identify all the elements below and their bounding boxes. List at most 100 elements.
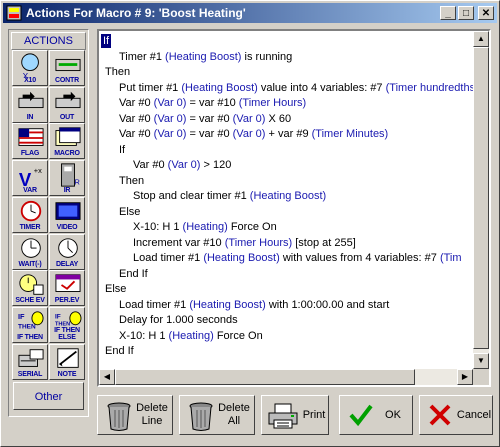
code-text: Stop and clear timer #1	[133, 190, 250, 202]
tool-if-then-else[interactable]: IF THEN IF THEN ELSE	[49, 306, 85, 343]
tool-label: VAR	[23, 187, 37, 195]
cancel-button[interactable]: Cancel	[419, 395, 493, 435]
code-line[interactable]: Var #0 (Var 0) > 120	[133, 158, 231, 172]
scroll-left-button[interactable]: ◀	[99, 369, 115, 385]
vertical-scrollbar[interactable]: ▲ ▼	[473, 31, 489, 369]
tool-video[interactable]: VIDEO	[49, 196, 85, 233]
tool-contr[interactable]: CONTR	[49, 50, 85, 86]
code-text: > 120	[200, 159, 232, 171]
code-line[interactable]: Delay for 1.000 seconds	[119, 313, 238, 327]
checkmark-icon	[348, 402, 374, 431]
tool-flag[interactable]: FLAG	[12, 123, 48, 160]
horizontal-scrollbar[interactable]: ◀ ▶	[99, 369, 473, 385]
code-line[interactable]: Load timer #1 (Heating Boost) with 1:00:…	[119, 298, 389, 312]
wait-icon	[21, 237, 41, 258]
x-mark-icon	[428, 403, 452, 430]
minimize-button[interactable]: _	[440, 6, 456, 20]
delete-line-button[interactable]: Delete Line	[97, 395, 173, 435]
code-line[interactable]: X-10: H 1 (Heating) Force On	[119, 329, 263, 343]
tool-label: FLAG	[20, 150, 40, 158]
tool-per-ev[interactable]: PER.EV	[49, 270, 85, 307]
tool-if-then[interactable]: IF THEN IF THEN	[12, 306, 48, 343]
tool-macro[interactable]: MACRO	[49, 123, 85, 160]
code-line[interactable]: Increment var #10 (Timer Hours) [stop at…	[133, 236, 356, 250]
code-text: Force On	[213, 329, 263, 342]
scroll-down-button[interactable]: ▼	[473, 353, 489, 369]
code-text: Load timer #1	[133, 252, 204, 264]
app-icon	[6, 5, 22, 21]
code-text: X-10: H 1	[119, 329, 169, 342]
code-line[interactable]: Load timer #1 (Heating Boost) with value…	[133, 251, 462, 265]
tool-delay[interactable]: DELAY	[49, 233, 85, 270]
selected-code-line[interactable]: If	[101, 34, 112, 48]
tool-label: TIMER	[19, 223, 41, 231]
tool-wait[interactable]: WAIT(-)	[12, 233, 48, 270]
ok-button[interactable]: OK	[339, 395, 413, 435]
print-button[interactable]: Print	[261, 395, 329, 435]
code-line[interactable]: Var #0 (Var 0) = var #10 (Timer Hours)	[119, 96, 306, 110]
code-line[interactable]: End If	[119, 267, 148, 281]
tool-label: IN	[26, 113, 34, 121]
code-text: Increment var #10	[133, 236, 225, 249]
scroll-right-button[interactable]: ▶	[457, 369, 473, 385]
code-line[interactable]: If	[119, 143, 125, 157]
actions-toolbox: ACTIONS X X10 CONTR IN OUT FLAG MACRO V +x VAR R IR…	[8, 29, 89, 417]
code-line[interactable]: X-10: H 1 (Heating) Force On	[133, 220, 277, 234]
code-text: is running	[241, 50, 293, 63]
flag-icon	[18, 128, 44, 147]
tool-note[interactable]: NOTE	[49, 343, 85, 380]
per-ev-icon	[55, 274, 81, 293]
tool-out[interactable]: OUT	[49, 86, 85, 123]
code-line[interactable]: Timer #1 (Heating Boost) is running	[119, 50, 292, 64]
code-line[interactable]: Then	[105, 65, 130, 79]
horizontal-scroll-thumb[interactable]	[115, 369, 415, 385]
variable-name: (Var 0)	[153, 128, 187, 140]
tool-x10[interactable]: X X10	[12, 50, 48, 86]
variable-name: (Var 0)	[232, 112, 266, 125]
code-line[interactable]: Var #0 (Var 0) = var #0 (Var 0) X 60	[119, 112, 291, 126]
code-line[interactable]: Else	[119, 205, 140, 219]
tool-label: NOTE	[57, 370, 77, 378]
code-text: = var #0	[186, 128, 233, 140]
code-text: X-10: H 1	[133, 221, 183, 233]
code-line[interactable]: Then	[119, 174, 144, 188]
ir-icon: R	[61, 163, 80, 187]
svg-text:+x: +x	[34, 166, 42, 175]
variable-name: (Var 0)	[232, 128, 266, 140]
trash-can-icon	[188, 400, 214, 435]
code-line[interactable]: Stop and clear timer #1 (Heating Boost)	[133, 189, 326, 203]
tool-ir[interactable]: R IR	[49, 160, 85, 197]
svg-text:R: R	[75, 177, 80, 186]
code-line[interactable]: Var #0 (Var 0) = var #0 (Var 0) + var #9…	[119, 127, 388, 141]
variable-name: (Heating Boost)	[189, 298, 266, 311]
tool-label: IR	[63, 187, 71, 195]
code-text: Else	[105, 283, 127, 295]
macro-code-editor[interactable]: If Timer #1 (Heating Boost) is running The…	[97, 29, 491, 387]
delete-all-button[interactable]: Delete All	[179, 395, 255, 435]
other-button[interactable]: Other	[13, 382, 84, 410]
serial-icon	[18, 348, 44, 367]
code-lines[interactable]: If Timer #1 (Heating Boost) is running The…	[101, 33, 473, 369]
code-text: Put timer #1	[119, 81, 182, 94]
code-text: [stop at 255]	[292, 236, 356, 249]
svg-text:THEN: THEN	[18, 323, 36, 330]
code-line[interactable]: End If	[105, 344, 134, 358]
tool-timer[interactable]: TIMER	[12, 196, 48, 233]
vertical-scroll-thumb[interactable]	[473, 47, 489, 349]
title-bar[interactable]: Actions For Macro # 9: 'Boost Heating' _…	[3, 3, 497, 23]
code-line[interactable]: Put timer #1 (Heating Boost) value into …	[119, 81, 473, 95]
tool-in[interactable]: IN	[12, 86, 48, 123]
variable-name: (Heating Boost)	[249, 190, 327, 202]
ok-label: OK	[385, 408, 401, 421]
tool-var[interactable]: V +x VAR	[12, 160, 48, 197]
scroll-up-button[interactable]: ▲	[473, 31, 489, 47]
code-text: Var #0	[119, 97, 154, 109]
variable-name: (Timer Hours)	[238, 97, 307, 109]
tool-serial[interactable]: SERIAL	[12, 343, 48, 380]
tool-sche-ev[interactable]: SCHE EV	[12, 270, 48, 307]
close-button[interactable]: ✕	[478, 6, 494, 20]
dialog-window: Actions For Macro # 9: 'Boost Heating' _…	[0, 0, 500, 447]
maximize-button[interactable]: □	[458, 6, 474, 20]
code-text: If	[103, 35, 110, 47]
code-line[interactable]: Else	[105, 282, 126, 296]
